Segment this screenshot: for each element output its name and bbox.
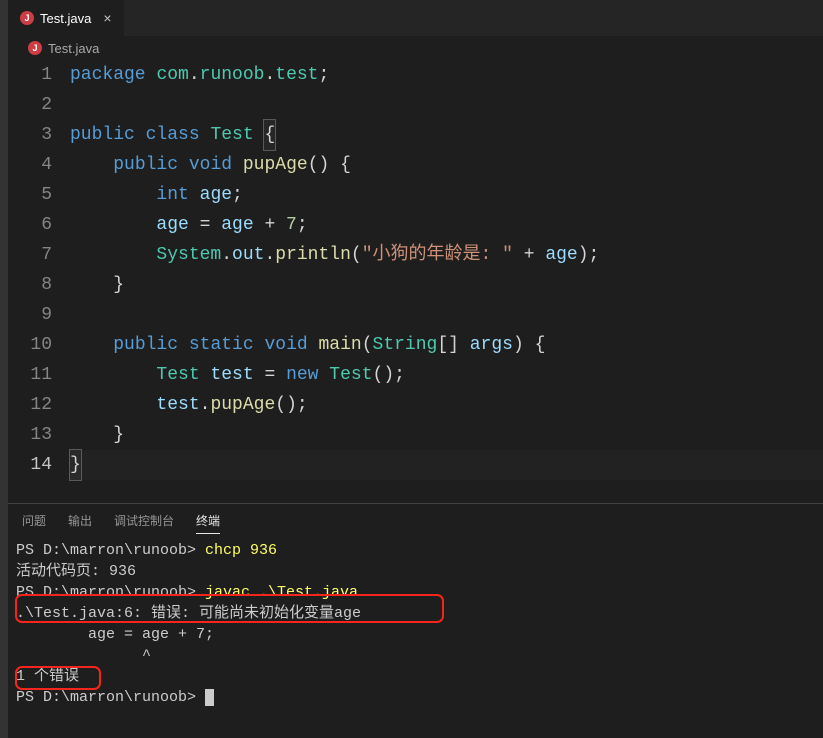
panel-tabbar: 问题输出调试控制台终端: [8, 504, 823, 534]
breadcrumb[interactable]: J Test.java: [8, 36, 823, 60]
line-number: 5: [8, 180, 52, 210]
line-number: 4: [8, 150, 52, 180]
code-line[interactable]: test.pupAge();: [70, 390, 823, 420]
line-number: 6: [8, 210, 52, 240]
panel-tab-0[interactable]: 问题: [22, 512, 46, 534]
terminal-cursor: [205, 689, 214, 706]
panel-tab-3[interactable]: 终端: [196, 512, 220, 534]
panel-tab-2[interactable]: 调试控制台: [114, 512, 174, 534]
terminal-line: 1 个错误: [16, 666, 817, 687]
line-number: 9: [8, 300, 52, 330]
code-line[interactable]: package com.runoob.test;: [70, 60, 823, 90]
bottom-panel: 问题输出调试控制台终端 PS D:\marron\runoob> chcp 93…: [8, 503, 823, 738]
line-number: 1: [8, 60, 52, 90]
terminal-line: age = age + 7;: [16, 624, 817, 645]
terminal-line: 活动代码页: 936: [16, 561, 817, 582]
line-number: 12: [8, 390, 52, 420]
code-line[interactable]: [70, 300, 823, 330]
terminal-output[interactable]: PS D:\marron\runoob> chcp 936活动代码页: 936P…: [8, 534, 823, 708]
line-number: 13: [8, 420, 52, 450]
activity-bar: [0, 0, 8, 738]
code-line[interactable]: Test test = new Test();: [70, 360, 823, 390]
java-file-icon: J: [20, 11, 34, 25]
panel-tab-1[interactable]: 输出: [68, 512, 92, 534]
line-number: 8: [8, 270, 52, 300]
code-line[interactable]: int age;: [70, 180, 823, 210]
breadcrumb-filename: Test.java: [48, 41, 99, 56]
tab-filename: Test.java: [40, 11, 91, 26]
terminal-line: .\Test.java:6: 错误: 可能尚未初始化变量age: [16, 603, 817, 624]
line-number: 2: [8, 90, 52, 120]
line-number-gutter: 1234567891011121314: [8, 60, 70, 503]
close-icon[interactable]: ×: [103, 10, 111, 26]
code-line[interactable]: }: [70, 420, 823, 450]
tab-test-java[interactable]: J Test.java ×: [8, 0, 125, 36]
terminal-line: ^: [16, 645, 817, 666]
code-line[interactable]: }: [70, 270, 823, 300]
line-number: 10: [8, 330, 52, 360]
terminal-line: PS D:\marron\runoob> chcp 936: [16, 540, 817, 561]
code-line[interactable]: public static void main(String[] args) {: [70, 330, 823, 360]
code-line[interactable]: public void pupAge() {: [70, 150, 823, 180]
line-number: 3: [8, 120, 52, 150]
code-editor[interactable]: 1234567891011121314 package com.runoob.t…: [8, 60, 823, 503]
code-line[interactable]: public class Test {: [70, 120, 823, 150]
code-line[interactable]: [70, 90, 823, 120]
code-line[interactable]: System.out.println("小狗的年龄是: " + age);: [70, 240, 823, 270]
line-number: 14: [8, 450, 52, 480]
line-number: 11: [8, 360, 52, 390]
line-number: 7: [8, 240, 52, 270]
java-file-icon: J: [28, 41, 42, 55]
terminal-line: PS D:\marron\runoob>: [16, 687, 817, 708]
terminal-line: PS D:\marron\runoob> javac .\Test.java: [16, 582, 817, 603]
editor-tabbar: J Test.java ×: [8, 0, 823, 36]
code-line[interactable]: }: [70, 450, 823, 480]
code-line[interactable]: age = age + 7;: [70, 210, 823, 240]
code-content[interactable]: package com.runoob.test; public class Te…: [70, 60, 823, 503]
